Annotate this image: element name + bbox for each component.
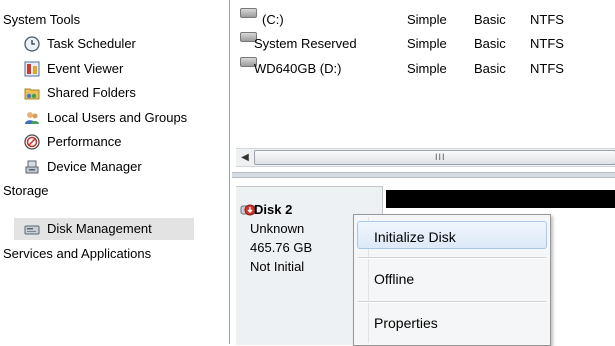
tree-item-label: Storage	[3, 183, 49, 198]
tree-item-label: Device Manager	[47, 159, 142, 174]
context-menu: Initialize Disk Offline Properties	[353, 214, 551, 346]
drive-icon	[240, 8, 257, 18]
volume-type: Basic	[474, 61, 506, 76]
disk-status: Unknown	[250, 221, 305, 236]
clock-icon	[24, 36, 40, 52]
disk-init-status: Not Initial	[250, 259, 305, 274]
menu-item-initialize-disk[interactable]: Initialize Disk	[374, 227, 456, 247]
menu-separator-highlight	[358, 302, 546, 303]
volume-name: WD640GB (D:)	[254, 61, 342, 76]
horizontal-scrollbar[interactable]: ◀ III	[236, 148, 615, 167]
volume-layout: Simple	[407, 12, 447, 27]
menu-separator-highlight	[358, 258, 546, 259]
volume-row[interactable]: (C:) Simple Basic NTFS	[232, 8, 615, 32]
disk-size: 465.76 GB	[250, 240, 313, 255]
performance-icon	[24, 134, 40, 150]
volume-row[interactable]: System Reserved Simple Basic NTFS	[232, 32, 615, 56]
menu-item-properties[interactable]: Properties	[374, 313, 438, 333]
tree-item-label: Disk Management	[47, 221, 152, 236]
volume-fs: NTFS	[530, 36, 564, 51]
shared-folder-icon	[24, 85, 40, 101]
tree-item-label: Services and Applications	[3, 246, 152, 261]
volume-row[interactable]: WD640GB (D:) Simple Basic NTFS	[232, 57, 615, 81]
device-manager-icon	[24, 159, 40, 175]
scroll-left-arrow-icon[interactable]: ◀	[238, 150, 252, 165]
scrollbar-thumb[interactable]: III	[254, 150, 615, 165]
volume-name: (C:)	[262, 12, 284, 27]
volume-type: Basic	[474, 36, 506, 51]
scrollbar-grip: III	[435, 152, 446, 162]
tree-item-label: Task Scheduler	[47, 36, 136, 51]
disk-name: Disk 2	[254, 202, 293, 217]
tree-item-label: Performance	[47, 134, 122, 149]
volume-fs: NTFS	[530, 61, 564, 76]
pane-splitter[interactable]	[232, 172, 615, 178]
volume-type: Basic	[474, 12, 506, 27]
menu-item-offline[interactable]: Offline	[374, 269, 414, 289]
users-icon	[24, 110, 40, 126]
volume-fs: NTFS	[530, 12, 564, 27]
tree-item-label: System Tools	[3, 12, 81, 27]
tree-item-label: Event Viewer	[47, 61, 124, 76]
volume-layout: Simple	[407, 36, 447, 51]
tree-item-label: Shared Folders	[47, 85, 136, 100]
disk-management-icon	[24, 221, 40, 237]
event-viewer-icon	[24, 61, 40, 77]
computer-management-window: System Tools Task Scheduler Event Viewer…	[0, 0, 615, 346]
tree-item-label: Local Users and Groups	[47, 110, 188, 125]
volume-layout: Simple	[407, 61, 447, 76]
volume-name: System Reserved	[254, 36, 357, 51]
disk-2-unallocated-bar[interactable]	[386, 190, 615, 208]
navigation-tree: System Tools Task Scheduler Event Viewer…	[0, 0, 230, 344]
